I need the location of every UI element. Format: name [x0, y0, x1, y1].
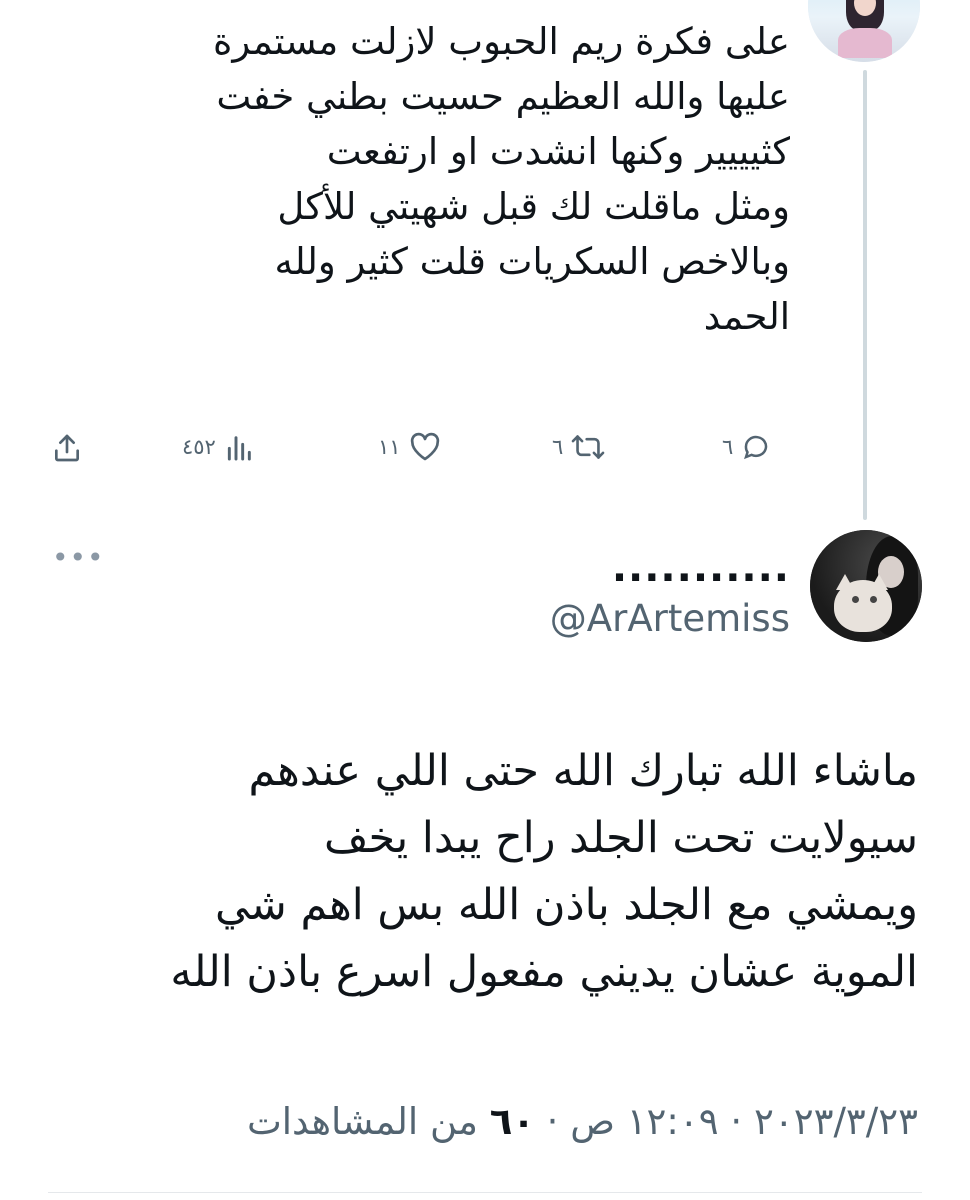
- retweet-count: ٦: [552, 435, 564, 459]
- views-label: من المشاهدات: [246, 1100, 478, 1143]
- meta-separator: ·: [546, 1100, 559, 1143]
- views-button[interactable]: ٤٥٢: [182, 432, 256, 462]
- like-button[interactable]: ١١: [378, 432, 441, 462]
- views-icon: [224, 432, 256, 462]
- tweet-line: على فكرة ريم الحبوب لازلت مستمرة: [213, 20, 790, 63]
- tweet-actions-bar: ٦ ٦ ١١ ٤٥٢: [0, 420, 970, 480]
- tweet-line: ومثل ماقلت لك قبل شهيتي للأكل: [277, 185, 790, 228]
- like-count: ١١: [378, 435, 401, 459]
- more-options-icon[interactable]: •••: [52, 544, 105, 572]
- retweet-icon: [571, 432, 605, 462]
- avatar[interactable]: [810, 530, 922, 642]
- tweet-line: الموية عشان يديني مفعول اسرع باذن الله: [170, 947, 918, 997]
- tweet-metadata: ٢٠٢٣/٣/٢٣ · ١٢:٠٩ ص · ٦٠ من المشاهدات: [247, 1098, 918, 1146]
- heart-icon: [409, 432, 441, 462]
- tweet-line: ويمشي مع الجلد باذن الله بس اهم شي: [214, 880, 918, 930]
- views-count: ٦٠: [489, 1100, 535, 1143]
- meta-separator: ·: [730, 1100, 743, 1143]
- avatar[interactable]: [808, 0, 920, 62]
- tweet-date[interactable]: ٢٠٢٣/٣/٢٣: [754, 1100, 918, 1143]
- reply-count: ٦: [722, 435, 734, 459]
- tweet-time[interactable]: ١٢:٠٩ ص: [570, 1100, 718, 1143]
- tweet-line: سيولايت تحت الجلد راح يبدا يخف: [323, 813, 918, 863]
- tweet-line: كثيييير وكنها انشدت او ارتفعت: [326, 130, 790, 173]
- retweet-button[interactable]: ٦: [552, 432, 605, 462]
- tweet-text: على فكرة ريم الحبوب لازلت مستمرة عليها و…: [70, 14, 790, 344]
- tweet-text: ماشاء الله تبارك الله حتى اللي عندهم سيو…: [38, 738, 918, 1006]
- reply-button[interactable]: ٦: [722, 432, 771, 462]
- tweet-line: وبالاخص السكريات قلت كثير ولله: [274, 240, 790, 283]
- tweet-line: عليها والله العظيم حسيت بطني خفت: [216, 75, 790, 118]
- display-name[interactable]: ...........: [612, 545, 790, 591]
- share-button[interactable]: [52, 432, 82, 464]
- tweet-line: الحمد: [703, 295, 790, 338]
- tweet-line: ماشاء الله تبارك الله حتى اللي عندهم: [248, 746, 918, 796]
- divider: [48, 1192, 922, 1193]
- share-icon: [52, 432, 82, 464]
- reply-icon: [741, 432, 771, 462]
- user-handle[interactable]: @ArArtemiss: [550, 596, 790, 642]
- views-count: ٤٥٢: [182, 435, 216, 459]
